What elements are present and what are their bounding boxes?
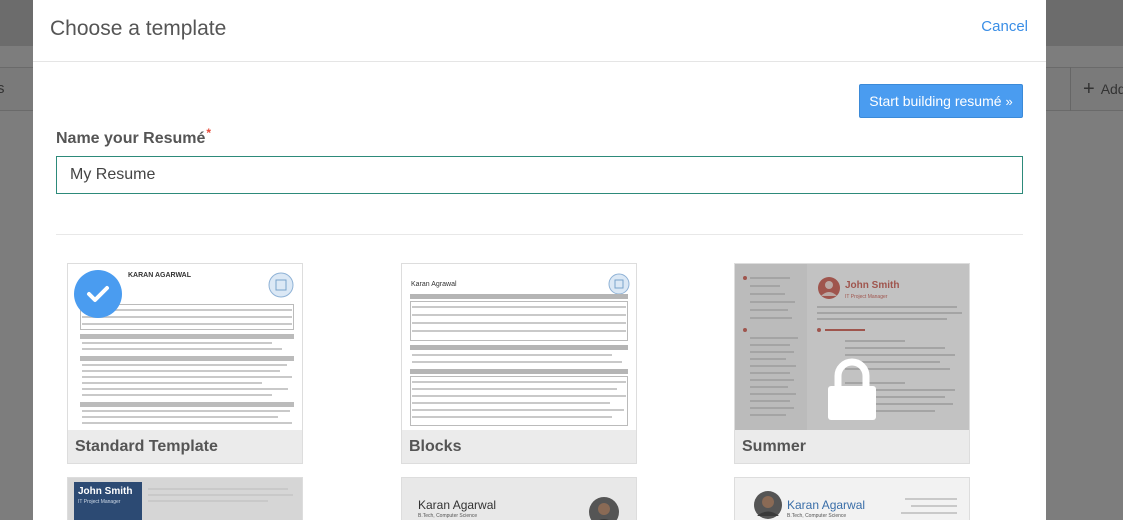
template-preview-blocks: Karan Agrawal [402, 264, 636, 430]
preview-name: Karan Agarwal [787, 498, 866, 512]
template-card-bottom-3[interactable]: Karan Agarwal B.Tech, Computer Science [734, 477, 970, 520]
preview-name: Karan Agrawal [411, 281, 457, 288]
background-add-button: + Add [1070, 67, 1123, 111]
start-building-label: Start building resumé [869, 93, 1002, 109]
preview-role: IT Project Manager [78, 499, 121, 505]
profile-photo [589, 497, 619, 520]
cancel-link[interactable]: Cancel [981, 18, 1028, 35]
start-building-button[interactable]: Start building resumé » [859, 84, 1023, 118]
background-left-text: s [0, 80, 5, 97]
template-preview-summer: John Smith IT Project Manager [735, 264, 969, 430]
template-name-blocks: Blocks [402, 430, 636, 463]
university-logo-icon [608, 273, 630, 295]
preview-role: B.Tech, Computer Science [418, 513, 478, 519]
choose-template-modal: Choose a template Cancel Start building … [33, 0, 1046, 520]
modal-title: Choose a template [50, 17, 227, 40]
template-name-standard: Standard Template [68, 430, 302, 463]
resume-name-input[interactable] [56, 156, 1023, 194]
template-card-standard[interactable]: KARAN AGARWAL Standard Template [67, 263, 303, 464]
section-divider [56, 234, 1023, 235]
modal-header: Choose a template Cancel [33, 0, 1046, 62]
background-add-label: Add [1100, 81, 1123, 97]
preview-name: KARAN AGARWAL [128, 272, 191, 279]
selected-check-icon [74, 270, 122, 318]
profile-photo [754, 491, 782, 519]
template-card-bottom-2[interactable]: Karan Agarwal B.Tech, Computer Science [401, 477, 637, 520]
lock-icon [828, 358, 876, 420]
double-chevron-right-icon: » [1005, 93, 1013, 109]
template-card-summer[interactable]: John Smith IT Project Manager Summer [734, 263, 970, 464]
template-card-bottom-1[interactable]: John Smith IT Project Manager [67, 477, 303, 520]
preview-name: John Smith [78, 486, 133, 497]
resume-name-label-text: Name your Resumé [56, 130, 206, 147]
preview-role: B.Tech, Computer Science [787, 513, 847, 519]
resume-name-label: Name your Resumé* [56, 126, 211, 148]
template-card-blocks[interactable]: Karan Agrawal Blocks [401, 263, 637, 464]
template-name-summer: Summer [735, 430, 969, 463]
preview-name: Karan Agarwal [418, 498, 497, 512]
template-preview-standard: KARAN AGARWAL [68, 264, 302, 430]
university-logo-icon [268, 272, 294, 298]
plus-icon: + [1083, 77, 1095, 100]
required-asterisk: * [206, 126, 212, 140]
